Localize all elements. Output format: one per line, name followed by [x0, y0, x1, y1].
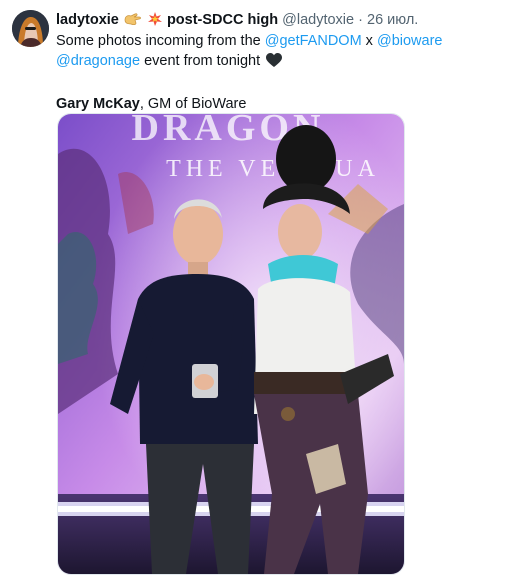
tweet-text-part: x: [361, 33, 377, 49]
caption-rest: , GM of BioWare: [139, 96, 247, 112]
tweet-photo[interactable]: DRAGON THE VEILGUA: [57, 113, 405, 575]
backdrop-subtitle: THE VEILGUA: [166, 156, 380, 182]
collision-emoji-icon: [147, 12, 162, 30]
author-name[interactable]: ladytoxie: [56, 12, 119, 28]
mention-dragonage[interactable]: @dragonage: [56, 53, 140, 69]
author-handle[interactable]: @ladytoxie: [282, 12, 354, 28]
timestamp[interactable]: 26 июл.: [367, 12, 418, 28]
black-heart-emoji-icon: [266, 53, 283, 74]
tweet-caption: Gary McKay, GM of BioWare: [56, 94, 506, 114]
avatar[interactable]: [12, 10, 49, 47]
tweet[interactable]: ladytoxie post-SDCC high @ladytoxie · 26…: [0, 0, 516, 580]
tweet-header: ladytoxie post-SDCC high @ladytoxie · 26…: [56, 10, 508, 30]
hands-emoji-icon: [124, 12, 142, 30]
author-name-suffix[interactable]: post-SDCC high: [167, 12, 278, 28]
mention-bioware[interactable]: @bioware: [377, 33, 443, 49]
tweet-text-part: event from tonight: [140, 53, 261, 69]
separator-dot: ·: [358, 12, 363, 28]
tweet-text-part: Some photos incoming from the: [56, 33, 265, 49]
caption-bold: Gary McKay: [56, 96, 140, 112]
mention-getfandom[interactable]: @getFANDOM: [265, 33, 362, 49]
tweet-text: Some photos incoming from the @getFANDOM…: [56, 31, 506, 114]
